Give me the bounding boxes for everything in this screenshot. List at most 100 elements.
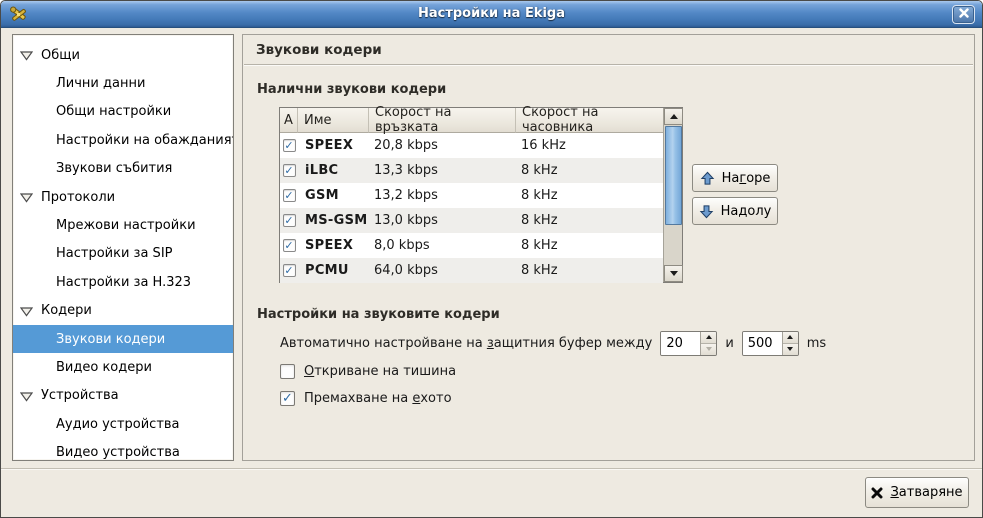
jitter-min-input[interactable]: [661, 332, 700, 355]
window-title: Настройки на Ekiga: [61, 6, 922, 21]
codec-name: SPEEX: [298, 133, 369, 158]
sidebar-item-h323-settings[interactable]: Настройки за H.323: [13, 268, 233, 296]
arrow-up-icon: [787, 335, 793, 339]
codec-row[interactable]: ✓ PCMU 64,0 kbps 8 kHz: [280, 258, 663, 283]
codec-active-checkbox[interactable]: ✓: [283, 139, 296, 152]
sidebar-item-label: Звукови събития: [56, 161, 172, 176]
spin-up-button[interactable]: [701, 332, 716, 344]
spin-down-button[interactable]: [701, 344, 716, 355]
arrow-up-icon: [700, 171, 715, 186]
category-tree: Общи Лични данни Общи настройки Настройк…: [12, 34, 234, 461]
codec-name: SPEEX: [298, 233, 369, 258]
sidebar-item-audio-devices[interactable]: Аудио устройства: [13, 410, 233, 438]
column-header-name[interactable]: Име: [298, 108, 369, 133]
codec-bitrate: 8,0 kbps: [369, 233, 516, 258]
sidebar-group-label: Общи: [41, 48, 80, 63]
codec-active-checkbox[interactable]: ✓: [283, 214, 296, 227]
audio-codecs-page: Звукови кодери Налични звукови кодери A …: [242, 34, 975, 461]
scroll-up-button[interactable]: [664, 108, 683, 125]
codec-bitrate: 13,3 kbps: [369, 158, 516, 183]
table-scrollbar[interactable]: [663, 108, 682, 282]
check-icon: ✓: [284, 165, 293, 176]
sidebar-item-label: Настройки на обажданията: [56, 133, 234, 148]
sidebar-item-label: Видео кодери: [56, 360, 152, 375]
sidebar-item-sound-events[interactable]: Звукови събития: [13, 155, 233, 183]
table-header: A Име Скорост на връзката Скорост на час…: [280, 108, 663, 133]
sidebar-item-video-codecs[interactable]: Видео кодери: [13, 353, 233, 381]
sidebar-group-label: Протоколи: [41, 190, 115, 205]
check-icon: ✓: [284, 190, 293, 201]
close-x-icon: [871, 487, 883, 499]
sidebar-item-general-settings[interactable]: Общи настройки: [13, 98, 233, 126]
close-dialog-label: Затваряне: [890, 485, 962, 500]
codec-row[interactable]: ✓ MS-GSM 13,0 kbps 8 kHz: [280, 208, 663, 233]
sidebar-item-video-devices[interactable]: Видео устройства: [13, 438, 233, 461]
sidebar-item-audio-codecs[interactable]: Звукови кодери: [13, 325, 233, 353]
silence-detection-row: Откриване на тишина: [280, 361, 456, 381]
arrow-up-icon: [706, 335, 712, 339]
sidebar-group-protocols[interactable]: Протоколи: [13, 183, 233, 211]
tools-icon: [9, 5, 28, 24]
codec-name: iLBC: [298, 158, 369, 183]
page-title: Звукови кодери: [256, 42, 382, 58]
column-header-active[interactable]: A: [280, 108, 298, 133]
sidebar-item-label: Общи настройки: [56, 104, 171, 119]
codec-active-checkbox[interactable]: ✓: [283, 239, 296, 252]
sidebar-group-general[interactable]: Общи: [13, 41, 233, 69]
move-down-label: Надолу: [721, 204, 772, 219]
move-up-label: Нагоре: [722, 171, 771, 186]
sidebar-item-label: Лични данни: [56, 76, 145, 91]
scroll-down-button[interactable]: [664, 265, 683, 282]
codec-row[interactable]: ✓ SPEEX 20,8 kbps 16 kHz: [280, 133, 663, 158]
spin-up-button[interactable]: [783, 332, 798, 344]
expander-icon[interactable]: [20, 192, 33, 202]
codec-clockrate: 8 kHz: [516, 183, 663, 208]
check-icon: ✓: [282, 392, 293, 405]
codec-row[interactable]: ✓ GSM 13,2 kbps 8 kHz: [280, 183, 663, 208]
silence-detection-checkbox[interactable]: [280, 364, 295, 379]
jitter-max-input[interactable]: [743, 332, 782, 355]
settings-section-title: Настройки на звуковите кодери: [257, 307, 500, 322]
close-icon: [959, 7, 969, 22]
expander-icon[interactable]: [20, 306, 33, 316]
expander-icon[interactable]: [20, 391, 33, 401]
codec-bitrate: 64,0 kbps: [369, 258, 516, 283]
sidebar-group-codecs[interactable]: Кодери: [13, 297, 233, 325]
close-window-button[interactable]: [952, 5, 975, 24]
titlebar[interactable]: Настройки на Ekiga: [1, 1, 982, 28]
jitter-conjunction: и: [725, 336, 733, 351]
arrow-up-icon: [670, 114, 678, 119]
sidebar-item-sip-settings[interactable]: Настройки за SIP: [13, 240, 233, 268]
codec-active-checkbox[interactable]: ✓: [283, 264, 296, 277]
codec-active-checkbox[interactable]: ✓: [283, 164, 296, 177]
column-header-clockrate[interactable]: Скорост на часовника: [516, 108, 663, 133]
codec-row[interactable]: ✓ SPEEX 8,0 kbps 8 kHz: [280, 233, 663, 258]
codec-active-checkbox[interactable]: ✓: [283, 189, 296, 202]
codec-row[interactable]: ✓ iLBC 13,3 kbps 8 kHz: [280, 158, 663, 183]
table-body: ✓ SPEEX 20,8 kbps 16 kHz ✓ iLBC 13,3 kbp…: [280, 133, 663, 283]
codec-clockrate: 8 kHz: [516, 208, 663, 233]
jitter-buffer-row: Автоматично настройване на защитния буфе…: [280, 330, 826, 356]
close-dialog-button[interactable]: Затваряне: [865, 477, 969, 508]
move-down-button[interactable]: Надолу: [692, 197, 778, 225]
arrow-down-icon: [670, 271, 678, 276]
scrollbar-thumb[interactable]: [665, 126, 682, 225]
silence-detection-label: Откриване на тишина: [304, 364, 456, 379]
sidebar-item-network-settings[interactable]: Мрежови настройки: [13, 211, 233, 239]
move-up-button[interactable]: Нагоре: [692, 164, 778, 192]
column-header-bitrate[interactable]: Скорост на връзката: [369, 108, 516, 133]
codec-clockrate: 8 kHz: [516, 233, 663, 258]
sidebar-item-personal-data[interactable]: Лични данни: [13, 69, 233, 97]
spin-down-button[interactable]: [783, 344, 798, 355]
sidebar-group-devices[interactable]: Устройства: [13, 382, 233, 410]
codec-bitrate: 13,2 kbps: [369, 183, 516, 208]
sidebar-item-label: Видео устройства: [56, 445, 180, 460]
codecs-section-title: Налични звукови кодери: [257, 82, 446, 97]
echo-cancellation-row: ✓ Премахване на ехото: [280, 388, 452, 408]
codec-name: GSM: [298, 183, 369, 208]
sidebar-item-call-options[interactable]: Настройки на обажданията: [13, 126, 233, 154]
jitter-unit-label: ms: [807, 336, 826, 351]
expander-icon[interactable]: [20, 50, 33, 60]
echo-cancellation-checkbox[interactable]: ✓: [280, 391, 295, 406]
audio-codecs-table: A Име Скорост на връзката Скорост на час…: [279, 107, 683, 283]
